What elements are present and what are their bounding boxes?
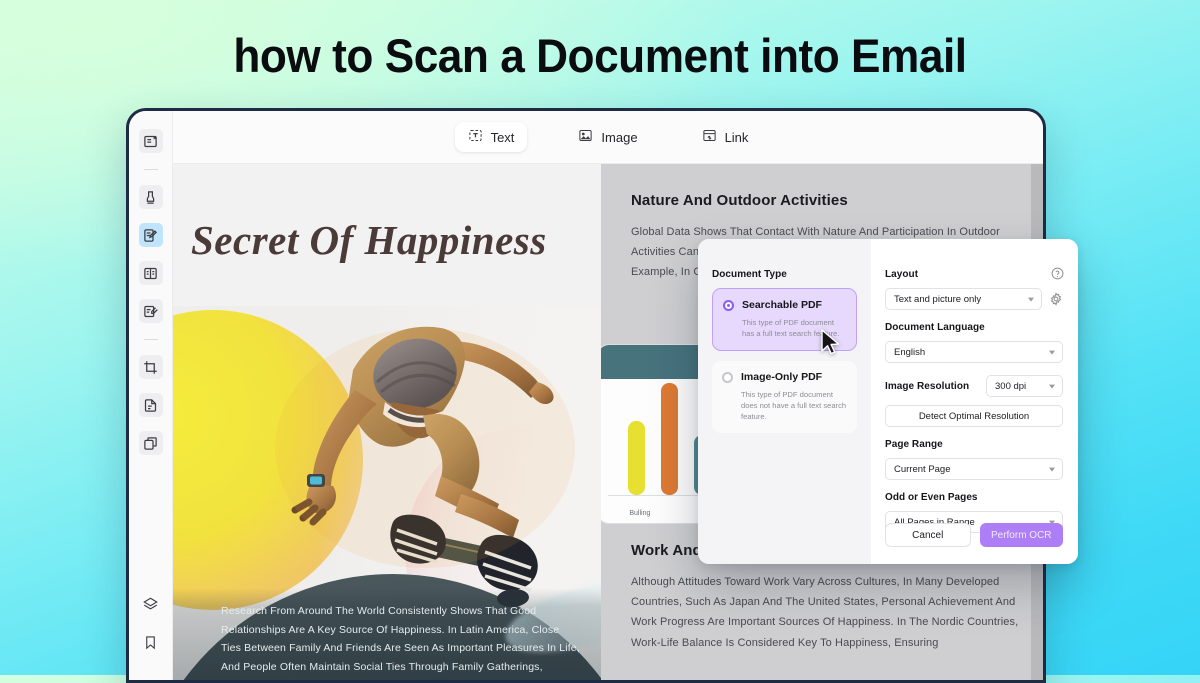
document-type-label: Document Type bbox=[712, 269, 787, 280]
image-resolution-label: Image Resolution bbox=[885, 380, 970, 392]
document-page-left: Secret Of Happiness Research From Around… bbox=[173, 164, 601, 680]
detect-optimal-resolution-button[interactable]: Detect Optimal Resolution bbox=[885, 405, 1063, 427]
crop-icon[interactable] bbox=[138, 355, 163, 379]
link-icon bbox=[702, 128, 717, 146]
image-resolution-value: 300 dpi bbox=[995, 380, 1027, 392]
left-toolbar-rail bbox=[129, 111, 173, 680]
option-image-only-pdf-desc: This type of PDF document does not have … bbox=[741, 390, 847, 421]
radio-image-only-pdf[interactable] bbox=[722, 371, 733, 383]
bookmark-icon[interactable] bbox=[139, 630, 163, 654]
chevron-down-icon bbox=[1049, 350, 1055, 355]
layout-select-value: Text and picture only bbox=[894, 293, 982, 305]
layout-select[interactable]: Text and picture only bbox=[885, 288, 1042, 310]
tab-text-label: Text bbox=[490, 129, 515, 145]
rail-divider-1 bbox=[143, 169, 158, 170]
highlighter-icon[interactable] bbox=[138, 185, 163, 209]
section-body-work: Although Attitudes Toward Work Vary Acro… bbox=[631, 576, 1019, 649]
page-title: how to Scan a Document into Email bbox=[233, 29, 967, 82]
ocr-settings-dialog: Document Type Searchable PDF This type o… bbox=[698, 239, 1078, 564]
mouse-cursor bbox=[821, 329, 840, 355]
cancel-button[interactable]: Cancel bbox=[885, 523, 971, 547]
form-list-icon[interactable] bbox=[138, 261, 163, 285]
layout-row: Text and picture only bbox=[885, 288, 1063, 310]
tab-link-label: Link bbox=[724, 129, 749, 145]
option-image-only-pdf-head: Image-Only PDF bbox=[722, 371, 847, 383]
document-language-value: English bbox=[894, 346, 926, 358]
chevron-down-icon bbox=[1049, 467, 1055, 472]
left-page-caption: Research From Around The World Consisten… bbox=[173, 588, 601, 680]
chart-tick-0: Bulling bbox=[629, 510, 651, 517]
gear-icon[interactable] bbox=[1049, 292, 1063, 306]
document-language-label: Document Language bbox=[885, 322, 985, 333]
page-range-label: Page Range bbox=[885, 439, 943, 450]
chart-bar-yellow bbox=[628, 421, 645, 495]
chevron-down-icon bbox=[1028, 297, 1034, 302]
page-range-select[interactable]: Current Page bbox=[885, 458, 1063, 480]
radio-searchable-pdf[interactable] bbox=[723, 299, 734, 311]
document-language-select[interactable]: English bbox=[885, 341, 1063, 363]
section-heading-nature: Nature And Outdoor Activities bbox=[631, 192, 848, 209]
tab-text[interactable]: Text bbox=[454, 122, 528, 152]
odd-even-pages-label: Odd or Even Pages bbox=[885, 492, 978, 503]
tab-image[interactable]: Image bbox=[565, 122, 650, 152]
image-icon bbox=[578, 128, 593, 146]
text-box-icon bbox=[468, 128, 483, 146]
image-resolution-select[interactable]: 300 dpi bbox=[986, 375, 1063, 397]
rail-divider-2 bbox=[143, 339, 158, 340]
chart-bar-orange bbox=[661, 383, 678, 495]
sign-document-icon[interactable] bbox=[138, 299, 163, 323]
image-resolution-row: Image Resolution 300 dpi bbox=[885, 375, 1063, 397]
top-toolbar: Text Image Link bbox=[173, 111, 1043, 164]
document-panel-icon[interactable] bbox=[138, 129, 163, 153]
page-icon[interactable] bbox=[138, 393, 163, 417]
option-image-only-pdf-title: Image-Only PDF bbox=[741, 371, 823, 383]
chevron-down-icon bbox=[1049, 384, 1055, 389]
tab-image-label: Image bbox=[601, 129, 638, 145]
page-range-value: Current Page bbox=[894, 463, 951, 475]
tab-link[interactable]: Link bbox=[689, 122, 762, 152]
dialog-left-panel: Document Type Searchable PDF This type o… bbox=[698, 239, 871, 564]
edit-document-icon[interactable] bbox=[138, 223, 163, 247]
dialog-action-row: Cancel Perform OCR bbox=[885, 523, 1063, 547]
layers-icon[interactable] bbox=[139, 592, 163, 616]
option-searchable-pdf-head: Searchable PDF bbox=[723, 299, 846, 311]
skateboarder-illustration bbox=[275, 326, 575, 608]
option-image-only-pdf[interactable]: Image-Only PDF This type of PDF document… bbox=[712, 361, 857, 433]
organize-pages-icon[interactable] bbox=[138, 431, 163, 455]
option-searchable-pdf-title: Searchable PDF bbox=[742, 299, 822, 311]
perform-ocr-button[interactable]: Perform OCR bbox=[979, 523, 1063, 547]
help-icon[interactable] bbox=[1051, 267, 1064, 280]
rail-bottom-group bbox=[139, 592, 163, 680]
layout-label: Layout bbox=[885, 269, 919, 280]
dialog-right-panel: Layout Text and picture only Document La… bbox=[871, 239, 1078, 564]
page-heading-secret-of-happiness: Secret Of Happiness bbox=[191, 217, 547, 263]
